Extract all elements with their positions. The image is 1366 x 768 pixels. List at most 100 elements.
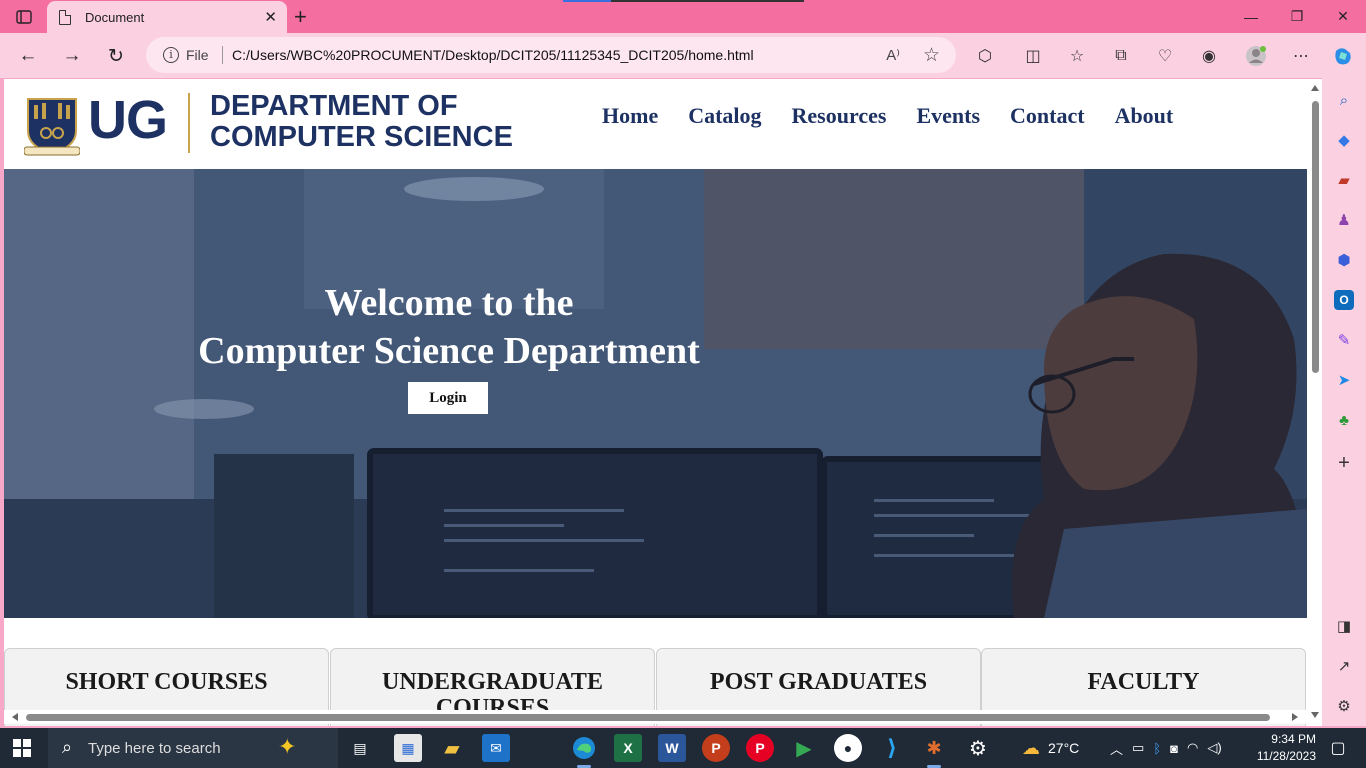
site-info-icon[interactable]: i <box>163 47 179 63</box>
sidebar-send-icon[interactable]: ➤ <box>1334 370 1354 390</box>
close-window-button[interactable]: ✕ <box>1320 0 1366 33</box>
browser-toolbar: ← → ↻ i File C:/Users/WBC%20PROCUMENT/De… <box>0 33 1366 78</box>
address-bar[interactable]: i File C:/Users/WBC%20PROCUMENT/Desktop/… <box>146 37 956 73</box>
main-navigation: Home Catalog Resources Events Contact Ab… <box>602 103 1203 129</box>
sidebar-shopping-icon[interactable]: ◆ <box>1334 130 1354 150</box>
sidebar-external-icon[interactable]: ↗ <box>1334 656 1354 676</box>
sidebar-designer-icon[interactable]: ✎ <box>1334 330 1354 350</box>
taskbar-clock[interactable]: 9:34 PM 11/28/2023 <box>1248 731 1316 765</box>
refresh-button[interactable]: ↻ <box>102 42 130 70</box>
more-options-icon[interactable]: ⋯ <box>1289 44 1313 68</box>
favorites-icon[interactable]: ☆ <box>1065 44 1089 68</box>
sidebar-outlook-icon[interactable]: O <box>1334 290 1354 310</box>
sidebar-search-icon[interactable]: ⌕ <box>1334 90 1354 110</box>
volume-icon[interactable]: ◁) <box>1207 740 1221 756</box>
loading-indicator <box>563 0 804 2</box>
login-button[interactable]: Login <box>408 382 488 414</box>
extensions-icon[interactable]: ⬡ <box>973 44 997 68</box>
nav-events[interactable]: Events <box>916 103 980 129</box>
taskbar-search[interactable]: ⌕ Type here to search ✦ <box>48 728 338 768</box>
document-icon <box>59 9 71 25</box>
powerpoint-icon[interactable]: P <box>702 734 730 762</box>
task-view-icon[interactable]: ▤ <box>346 734 374 762</box>
nav-catalog[interactable]: Catalog <box>688 103 761 129</box>
restore-button[interactable]: ❐ <box>1274 0 1320 33</box>
page-viewport: UG DEPARTMENT OF COMPUTER SCIENCE Home C… <box>4 79 1322 726</box>
scroll-up-arrow[interactable] <box>1311 85 1319 91</box>
sidebar-tree-icon[interactable]: ♣ <box>1334 410 1354 430</box>
battery-icon[interactable]: ▭ <box>1132 740 1144 756</box>
performance-icon[interactable]: ♡ <box>1153 44 1177 68</box>
sidebar-panel-icon[interactable]: ◨ <box>1334 616 1354 636</box>
forward-button[interactable]: → <box>58 42 86 70</box>
github-icon[interactable]: ● <box>834 734 862 762</box>
excel-icon[interactable]: X <box>614 734 642 762</box>
google-play-icon[interactable]: ▶ <box>790 734 818 762</box>
pinterest-icon[interactable]: P <box>746 734 774 762</box>
sidebar-games-icon[interactable]: ♟ <box>1334 210 1354 230</box>
scroll-left-arrow[interactable] <box>12 713 18 721</box>
system-tray: ︿ ▭ ᛒ ◙ ◠ ◁) <box>1110 728 1222 768</box>
nav-about[interactable]: About <box>1115 103 1174 129</box>
weather-cloud-icon: ☁ <box>1022 737 1040 758</box>
sidebar-add-icon[interactable]: + <box>1334 452 1354 474</box>
microsoft-store-icon[interactable]: ▦ <box>394 734 422 762</box>
card-title: FACULTY <box>1087 669 1200 695</box>
nav-home[interactable]: Home <box>602 103 658 129</box>
new-tab-button[interactable]: + <box>294 4 307 30</box>
edge-browser-icon[interactable] <box>570 734 598 768</box>
browser-essentials-icon[interactable]: ◉ <box>1197 44 1221 68</box>
notifications-icon[interactable]: ▢ <box>1324 734 1352 762</box>
git-tool-icon[interactable]: ✱ <box>920 734 948 768</box>
vscode-icon[interactable]: ⟩ <box>878 734 906 762</box>
edge-sidebar: ⌕ ◆ ▰ ♟ ⬢ O ✎ ➤ ♣ + ◨ ↗ ⚙ <box>1322 78 1366 726</box>
vertical-scroll-thumb[interactable] <box>1312 101 1319 373</box>
windows-start-icon[interactable] <box>13 739 31 757</box>
browser-tab[interactable]: Document ✕ <box>47 1 287 33</box>
collections-icon[interactable]: ⧉ <box>1109 44 1133 68</box>
tab-actions-icon <box>16 10 32 24</box>
windows-taskbar: ⌕ Type here to search ✦ ▤ ▦ ▰ ✉ X W P P … <box>0 728 1366 768</box>
card-title: SHORT COURSES <box>65 669 268 695</box>
nav-resources[interactable]: Resources <box>792 103 887 129</box>
tray-chevron-icon[interactable]: ︿ <box>1110 739 1123 758</box>
department-name-line1: DEPARTMENT OF <box>210 90 458 122</box>
university-crest-logo[interactable] <box>24 91 80 157</box>
tab-actions-button[interactable] <box>10 6 38 28</box>
meet-now-icon[interactable]: ◙ <box>1170 741 1178 756</box>
horizontal-scrollbar[interactable] <box>4 710 1309 724</box>
sidebar-microsoft365-icon[interactable]: ⬢ <box>1334 250 1354 270</box>
wifi-icon[interactable]: ◠ <box>1187 740 1198 756</box>
clock-date: 11/28/2023 <box>1256 749 1316 763</box>
mail-icon[interactable]: ✉ <box>482 734 510 762</box>
read-aloud-icon[interactable]: A⁾ <box>886 46 900 64</box>
weather-temperature: 27°C <box>1048 740 1080 756</box>
logo-ug-text: UG <box>88 90 168 150</box>
profile-avatar-icon[interactable] <box>1244 44 1268 68</box>
horizontal-scroll-thumb[interactable] <box>26 714 1270 721</box>
department-name-line2: COMPUTER SCIENCE <box>210 121 513 153</box>
weather-widget[interactable]: ☁ 27°C <box>1022 728 1079 768</box>
scroll-right-arrow[interactable] <box>1292 713 1298 721</box>
search-highlight-icon: ✦ <box>278 734 297 759</box>
split-screen-icon[interactable]: ◫ <box>1021 44 1045 68</box>
bluetooth-icon[interactable]: ᛒ <box>1153 741 1161 756</box>
minimize-button[interactable]: — <box>1228 0 1274 33</box>
copilot-icon[interactable] <box>1331 44 1355 68</box>
settings-gear-icon[interactable]: ⚙ <box>964 734 992 762</box>
back-button[interactable]: ← <box>14 42 42 70</box>
url-text[interactable]: C:/Users/WBC%20PROCUMENT/Desktop/DCIT205… <box>232 47 754 63</box>
word-icon[interactable]: W <box>658 734 686 762</box>
sidebar-settings-icon[interactable]: ⚙ <box>1334 696 1354 716</box>
department-name: DEPARTMENT OF COMPUTER SCIENCE <box>210 91 513 153</box>
favorite-star-icon[interactable]: ☆ <box>923 44 940 67</box>
vertical-scrollbar[interactable] <box>1309 79 1322 718</box>
nav-contact[interactable]: Contact <box>1010 103 1085 129</box>
file-explorer-icon[interactable]: ▰ <box>438 734 466 762</box>
address-separator <box>222 46 223 64</box>
tab-close-icon[interactable]: ✕ <box>264 8 277 26</box>
sidebar-tools-icon[interactable]: ▰ <box>1334 170 1354 190</box>
scroll-down-arrow[interactable] <box>1311 712 1319 718</box>
site-header: UG DEPARTMENT OF COMPUTER SCIENCE Home C… <box>4 79 1307 169</box>
browser-title-bar: Document ✕ + — ❐ ✕ <box>0 0 1366 33</box>
